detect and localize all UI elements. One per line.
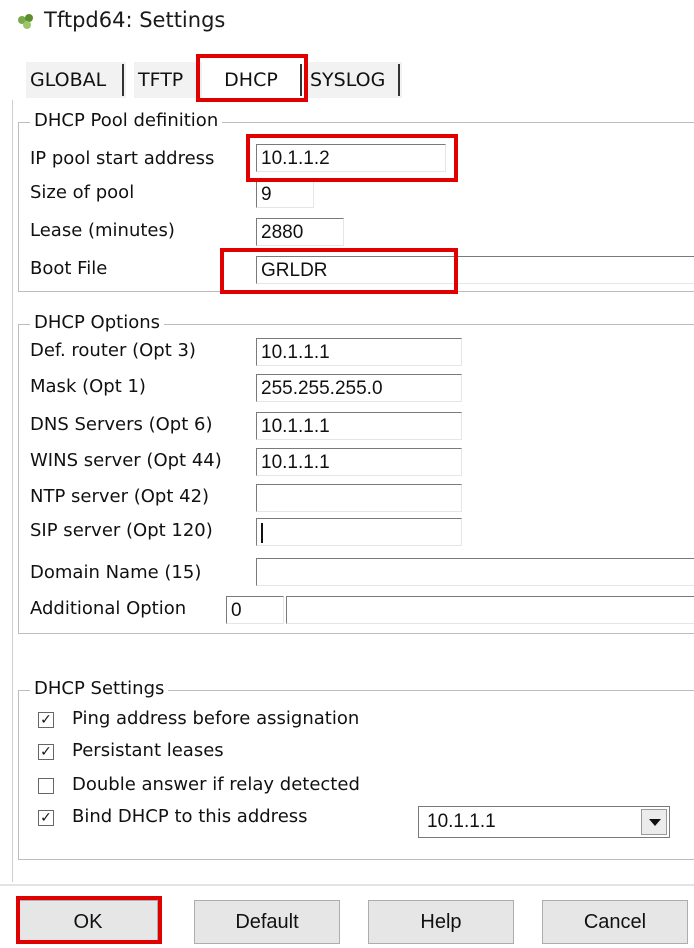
bind-address-select[interactable]: 10.1.1.1 [418, 806, 670, 838]
ping-checkbox[interactable]: ✓ [38, 712, 54, 728]
button-row-divider [0, 884, 694, 886]
mask-label: Mask (Opt 1) [30, 376, 146, 397]
tab-separator [398, 64, 400, 96]
domain-label: Domain Name (15) [30, 562, 202, 583]
default-button[interactable]: Default [194, 900, 340, 944]
title-bar: Tftpd64: Settings [0, 0, 694, 46]
persistant-leases-checkbox[interactable]: ✓ [38, 744, 54, 760]
additional-option-input[interactable] [286, 596, 694, 624]
mask-input[interactable]: 255.255.255.0 [256, 374, 462, 402]
help-button[interactable]: Help [368, 900, 514, 944]
ntp-input[interactable] [256, 484, 462, 512]
sip-label: SIP server (Opt 120) [30, 520, 213, 541]
lease-input[interactable]: 2880 [256, 218, 344, 246]
dns-label: DNS Servers (Opt 6) [30, 414, 213, 435]
cancel-button[interactable]: Cancel [542, 900, 688, 944]
pool-start-label: IP pool start address [30, 148, 215, 169]
wins-label: WINS server (Opt 44) [30, 450, 222, 471]
ntp-label: NTP server (Opt 42) [30, 486, 210, 507]
boot-file-input[interactable]: GRLDR [256, 256, 694, 284]
ok-button[interactable]: OK [18, 900, 158, 944]
options-legend: DHCP Options [30, 312, 164, 333]
tftpd-app-icon [18, 14, 33, 29]
ping-label: Ping address before assignation [72, 708, 360, 729]
tab-separator [122, 64, 124, 96]
additional-option-number[interactable]: 0 [226, 596, 284, 624]
chevron-down-icon[interactable] [641, 809, 667, 835]
domain-input[interactable] [256, 558, 694, 586]
tab-tftp[interactable]: TFTP [134, 62, 202, 98]
additional-label: Additional Option [30, 598, 187, 619]
settings-legend: DHCP Settings [30, 678, 169, 699]
router-label: Def. router (Opt 3) [30, 340, 196, 361]
double-answer-label: Double answer if relay detected [72, 774, 360, 795]
tab-dhcp[interactable]: DHCP [204, 62, 298, 98]
persistant-leases-label: Persistant leases [72, 740, 224, 761]
bind-dhcp-checkbox[interactable]: ✓ [38, 810, 54, 826]
options-group [18, 324, 694, 634]
bind-address-value: 10.1.1.1 [427, 811, 496, 832]
router-input[interactable]: 10.1.1.1 [256, 338, 462, 366]
boot-file-label: Boot File [30, 258, 108, 279]
pool-size-input[interactable]: 9 [256, 180, 314, 208]
pool-legend: DHCP Pool definition [30, 110, 223, 131]
tab-syslog[interactable]: SYSLOG [306, 62, 402, 98]
text-caret [261, 522, 263, 543]
pool-size-label: Size of pool [30, 182, 135, 203]
lease-label: Lease (minutes) [30, 220, 175, 241]
pool-start-input[interactable]: 10.1.1.2 [256, 144, 446, 172]
bind-dhcp-label: Bind DHCP to this address [72, 806, 308, 827]
window-title: Tftpd64: Settings [44, 8, 226, 32]
double-answer-checkbox[interactable] [38, 778, 54, 794]
tab-separator [300, 64, 302, 96]
tab-global[interactable]: GLOBAL [26, 62, 126, 98]
dns-input[interactable]: 10.1.1.1 [256, 412, 462, 440]
sip-input[interactable] [256, 518, 462, 546]
wins-input[interactable]: 10.1.1.1 [256, 448, 462, 476]
